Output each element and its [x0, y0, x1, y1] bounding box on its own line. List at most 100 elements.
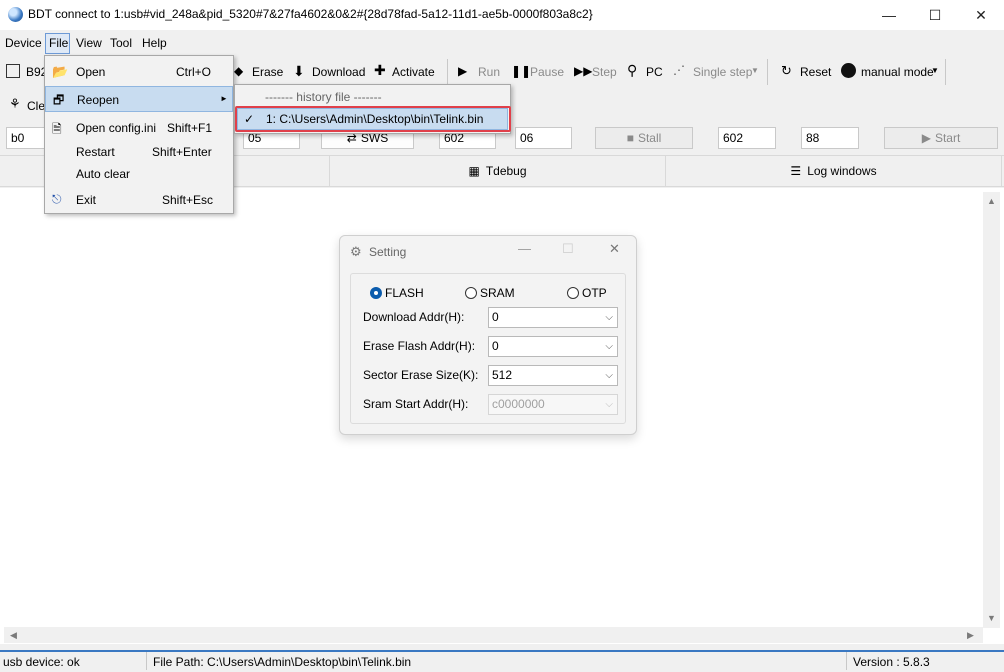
setting-icon: ⚙: [350, 244, 362, 259]
scroll-right-icon[interactable]: ▶: [967, 630, 974, 641]
radio-flash-label: FLASH: [385, 286, 424, 300]
single-step-chevron-icon: ▼: [751, 66, 759, 75]
single-step-icon: ⋰: [673, 63, 685, 77]
scroll-left-icon[interactable]: ◀: [10, 630, 17, 641]
file-menu: 📂 Open Ctrl+O 🗗 Reopen ► 🗎 Open config.i…: [44, 55, 234, 214]
sram-start-addr-select: c0000000 ⌵: [488, 394, 618, 415]
setting-maximize-button[interactable]: ☐: [562, 241, 574, 257]
radio-flash[interactable]: [370, 287, 382, 299]
step-button[interactable]: Step: [592, 65, 617, 79]
chevron-down-icon: ⌵: [605, 341, 613, 352]
scroll-up-icon[interactable]: ▲: [987, 196, 996, 206]
setting-dialog: ⚙ Setting — ☐ ✕ FLASH SRAM OTP Download …: [339, 235, 637, 435]
menu-item-auto-clear-label: Auto clear: [76, 167, 131, 181]
activate-button[interactable]: Activate: [392, 65, 435, 79]
radio-sram-label: SRAM: [480, 286, 515, 300]
radio-sram[interactable]: [465, 287, 477, 299]
setting-minimize-button[interactable]: —: [518, 241, 531, 256]
activate-icon: ✚: [374, 62, 386, 78]
menu-item-restart[interactable]: Restart Shift+Enter: [45, 140, 233, 164]
setting-close-button[interactable]: ✕: [609, 241, 620, 257]
download-addr-select[interactable]: 0 ⌵: [488, 307, 618, 328]
file-path-status: File Path: C:\Users\Admin\Desktop\bin\Te…: [153, 655, 412, 669]
vertical-scrollbar[interactable]: ▲ ▼: [983, 192, 1000, 628]
download-button[interactable]: Download: [312, 65, 365, 79]
menu-item-open-label: Open: [76, 65, 106, 79]
clear-button[interactable]: Cle: [27, 99, 45, 113]
erase-flash-addr-label: Erase Flash Addr(H):: [363, 339, 476, 353]
reset-button[interactable]: Reset: [800, 65, 831, 79]
manual-mode-dropdown[interactable]: manual mode: [861, 65, 934, 79]
close-button[interactable]: ✕: [958, 0, 1004, 30]
minimize-button[interactable]: —: [866, 0, 912, 30]
radio-otp-label: OTP: [582, 286, 607, 300]
horizontal-scrollbar[interactable]: ◀ ▶: [4, 627, 983, 643]
menu-item-open-config-shortcut: Shift+F1: [167, 121, 213, 135]
erase-flash-addr-select[interactable]: 0 ⌵: [488, 336, 618, 357]
input-field-4[interactable]: 06: [515, 127, 572, 149]
stall-label: Stall: [637, 131, 662, 145]
sram-start-addr-label: Sram Start Addr(H):: [363, 397, 469, 411]
radio-otp[interactable]: [567, 287, 579, 299]
menu-item-open[interactable]: 📂 Open Ctrl+O: [45, 60, 233, 84]
folder-open-icon: 📂: [52, 64, 69, 79]
pc-button[interactable]: PC: [646, 65, 663, 79]
download-addr-value: 0: [492, 310, 499, 324]
menu-item-exit-shortcut: Shift+Esc: [162, 193, 214, 207]
chevron-down-icon: ⌵: [605, 312, 613, 323]
menu-item-exit[interactable]: ⎋ Exit Shift+Esc: [45, 188, 233, 212]
window-title: BDT connect to 1:usb#vid_248a&pid_5320#7…: [28, 7, 593, 21]
pause-icon: ❚❚: [511, 64, 532, 78]
sector-erase-size-label: Sector Erase Size(K):: [363, 368, 479, 382]
download-addr-label: Download Addr(H):: [363, 310, 465, 324]
menu-item-exit-label: Exit: [76, 193, 97, 207]
menu-tool[interactable]: Tool: [110, 36, 132, 50]
download-icon: ⬇: [293, 63, 305, 79]
highlight-outline: [235, 106, 511, 132]
chevron-down-icon: ⌵: [605, 399, 613, 410]
start-button[interactable]: ▶ Start: [884, 127, 998, 149]
input-field-5[interactable]: 602: [718, 127, 776, 149]
manual-mode-chevron-icon: ▼: [931, 66, 939, 75]
sector-erase-size-select[interactable]: 512 ⌵: [488, 365, 618, 386]
single-step-dropdown[interactable]: Single step: [693, 65, 752, 79]
menu-file[interactable]: File: [49, 36, 68, 50]
input-field-6[interactable]: 88: [801, 127, 859, 149]
sram-start-addr-value: c0000000: [492, 397, 545, 411]
tab-log-windows[interactable]: ☰ Log windows: [666, 156, 1002, 187]
reset-icon: ↻: [781, 63, 792, 78]
exit-icon: ⎋: [52, 192, 62, 206]
stall-button[interactable]: ■ Stall: [595, 127, 693, 149]
menu-item-restart-shortcut: Shift+Enter: [152, 145, 212, 159]
menu-device[interactable]: Device: [5, 36, 42, 50]
menu-view[interactable]: View: [76, 36, 102, 50]
menu-item-open-shortcut: Ctrl+O: [176, 65, 212, 79]
setting-title: Setting: [369, 245, 407, 259]
config-icon: 🗎: [52, 122, 62, 136]
toolbar-divider: [945, 59, 946, 85]
reopen-icon: 🗗: [53, 93, 65, 107]
run-button[interactable]: Run: [478, 65, 500, 79]
menu-item-auto-clear[interactable]: Auto clear: [45, 162, 233, 186]
menu-item-open-config[interactable]: 🗎 Open config.ini Shift+F1: [45, 116, 233, 140]
list-icon: ☰: [790, 164, 802, 178]
search-icon: ⚲: [627, 62, 638, 78]
version-status: Version : 5.8.3: [853, 655, 930, 669]
sector-erase-size-value: 512: [492, 368, 513, 382]
status-divider: [146, 652, 147, 670]
erase-icon: ◆: [234, 64, 244, 78]
erase-button[interactable]: Erase: [252, 65, 283, 79]
tab-tdebug[interactable]: ▦ Tdebug: [330, 156, 666, 187]
menu-help[interactable]: Help: [142, 36, 167, 50]
menu-item-reopen[interactable]: 🗗 Reopen ►: [45, 86, 233, 112]
menu-item-reopen-label: Reopen: [77, 93, 120, 107]
scroll-down-icon[interactable]: ▼: [987, 613, 996, 623]
setting-group: FLASH SRAM OTP Download Addr(H): 0 ⌵ Eras…: [350, 273, 626, 424]
run-icon: ▶: [458, 64, 468, 78]
app-icon: [8, 7, 23, 22]
history-file-header: ------- history file -------: [265, 90, 382, 104]
manual-mode-icon: [841, 63, 856, 78]
stall-icon: ■: [626, 131, 634, 145]
maximize-button[interactable]: ☐: [912, 0, 958, 30]
pause-button[interactable]: Pause: [530, 65, 564, 79]
